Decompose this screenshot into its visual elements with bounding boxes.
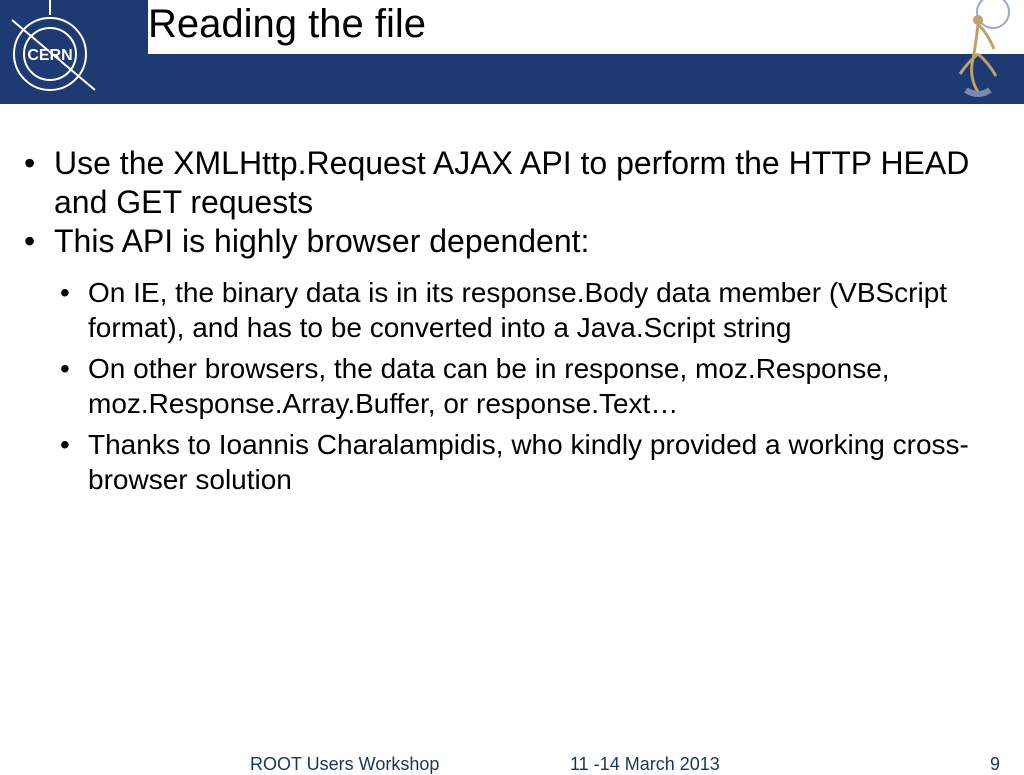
bullet-level1: This API is highly browser dependent: — [18, 222, 1006, 261]
slide-title: Reading the file — [148, 0, 1024, 54]
footer-event: ROOT Users Workshop — [250, 754, 439, 775]
bullet-level1: Use the XMLHttp.Request AJAX API to perf… — [18, 144, 1006, 222]
svg-text:CERN: CERN — [27, 47, 72, 64]
footer-date: 11 -14 March 2013 — [570, 754, 720, 775]
slide-header: CERN Reading the file — [0, 0, 1024, 104]
slide-content: Use the XMLHttp.Request AJAX API to perf… — [0, 104, 1024, 497]
bullet-level2: On IE, the binary data is in its respons… — [18, 275, 1006, 345]
bullet-level2: Thanks to Ioannis Charalampidis, who kin… — [18, 427, 1006, 497]
decorative-figure-icon — [938, 0, 1018, 104]
footer-page-number: 9 — [990, 754, 1000, 775]
cern-logo: CERN — [0, 0, 100, 104]
bullet-level2: On other browsers, the data can be in re… — [18, 351, 1006, 421]
